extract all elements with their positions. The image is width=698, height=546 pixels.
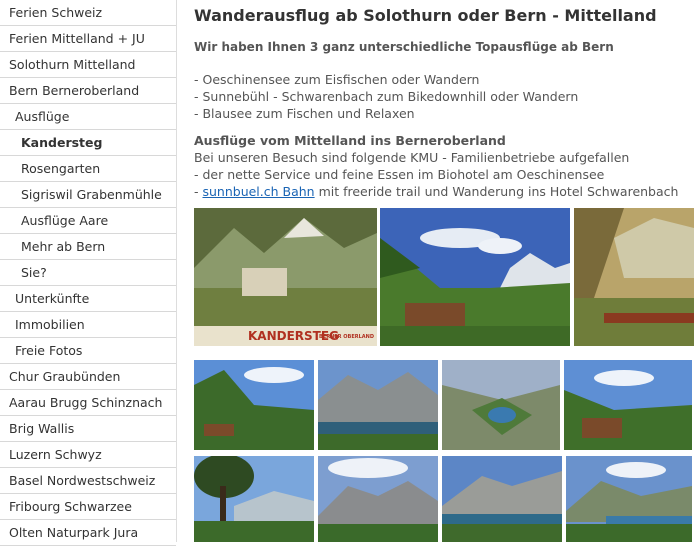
sidebar-item-ausfluege-aare[interactable]: Ausflüge Aare — [0, 208, 176, 234]
mountain-lake-photo-3[interactable] — [318, 456, 438, 542]
mountain-lake-photo-4[interactable] — [442, 456, 562, 542]
sidebar-item-ferien-mittelland-ju[interactable]: Ferien Mittelland + JU — [0, 26, 176, 52]
sidebar-item-aarau-brugg[interactable]: Aarau Brugg Schinznach — [0, 390, 176, 416]
tree-path-photo[interactable] — [194, 456, 314, 542]
section-heading: Ausflüge vom Mittelland ins Berneroberla… — [194, 133, 506, 148]
kandersteg-poster-photo[interactable]: KANDERSTEG BERNER OBERLAND — [194, 208, 377, 346]
list-item: - Blausee zum Fischen und Relaxen — [194, 106, 415, 121]
aerial-valley-photo[interactable] — [442, 360, 560, 450]
sidebar-item-basel[interactable]: Basel Nordwestschweiz — [0, 468, 176, 494]
excursion-list: - Oeschinensee zum Eisfischen oder Wande… — [194, 71, 578, 122]
sidebar-item-solothurn-mittelland[interactable]: Solothurn Mittelland — [0, 52, 176, 78]
chalet-photo[interactable] — [564, 360, 692, 450]
main-content: Wanderausflug ab Solothurn oder Bern - M… — [194, 0, 694, 542]
list-item: - Sunnebühl - Schwarenbach zum Bikedownh… — [194, 89, 579, 104]
sidebar-item-rosengarten[interactable]: Rosengarten — [0, 156, 176, 182]
sidebar-item-sie[interactable]: Sie? — [0, 260, 176, 286]
section-line-rest: mit freeride trail und Wanderung ins Hot… — [314, 184, 679, 199]
sidebar-item-olten[interactable]: Olten Naturpark Jura — [0, 520, 176, 546]
sidebar-item-ferien-schweiz[interactable]: Ferien Schweiz — [0, 0, 176, 26]
sidebar-item-freie-fotos[interactable]: Freie Fotos — [0, 338, 176, 364]
mountain-lake-photo-5[interactable] — [566, 456, 692, 542]
railway-poster-photo[interactable] — [574, 208, 694, 346]
sidebar-item-immobilien[interactable]: Immobilien — [0, 312, 176, 338]
sidebar-item-ausfluege[interactable]: Ausflüge — [0, 104, 176, 130]
sidebar-item-brig-wallis[interactable]: Brig Wallis — [0, 416, 176, 442]
section-text: Ausflüge vom Mittelland ins Berneroberla… — [194, 132, 678, 200]
sunnbuel-link[interactable]: sunnbuel.ch Bahn — [202, 184, 314, 199]
poster-caption-region: BERNER OBERLAND — [319, 334, 374, 340]
sidebar-item-sigriswil[interactable]: Sigriswil Grabenmühle — [0, 182, 176, 208]
page-title: Wanderausflug ab Solothurn oder Bern - M… — [194, 6, 657, 25]
mountain-lake-photo-2[interactable] — [318, 360, 438, 450]
mountain-hotel-photo[interactable] — [380, 208, 570, 346]
intro-text: Wir haben Ihnen 3 ganz unterschiedliche … — [194, 40, 614, 54]
sidebar-item-bern-berneroberland[interactable]: Bern Berneroberland — [0, 78, 176, 104]
list-item: - Oeschinensee zum Eisfischen oder Wande… — [194, 72, 480, 87]
sidebar-nav: Ferien Schweiz Ferien Mittelland + JU So… — [0, 0, 177, 546]
sidebar-item-kandersteg[interactable]: Kandersteg — [0, 130, 176, 156]
sidebar-item-luzern-schwyz[interactable]: Luzern Schwyz — [0, 442, 176, 468]
sidebar-item-unterkuenfte[interactable]: Unterkünfte — [0, 286, 176, 312]
section-line: - der nette Service und feine Essen im B… — [194, 167, 605, 182]
sidebar-item-fribourg[interactable]: Fribourg Schwarzee — [0, 494, 176, 520]
section-line: - sunnbuel.ch Bahn mit freeride trail un… — [194, 184, 679, 199]
section-line: Bei unseren Besuch sind folgende KMU - F… — [194, 150, 630, 165]
mountain-lake-photo-1[interactable] — [194, 360, 314, 450]
sidebar-item-mehr-ab-bern[interactable]: Mehr ab Bern — [0, 234, 176, 260]
sidebar-item-chur-graubuenden[interactable]: Chur Graubünden — [0, 364, 176, 390]
